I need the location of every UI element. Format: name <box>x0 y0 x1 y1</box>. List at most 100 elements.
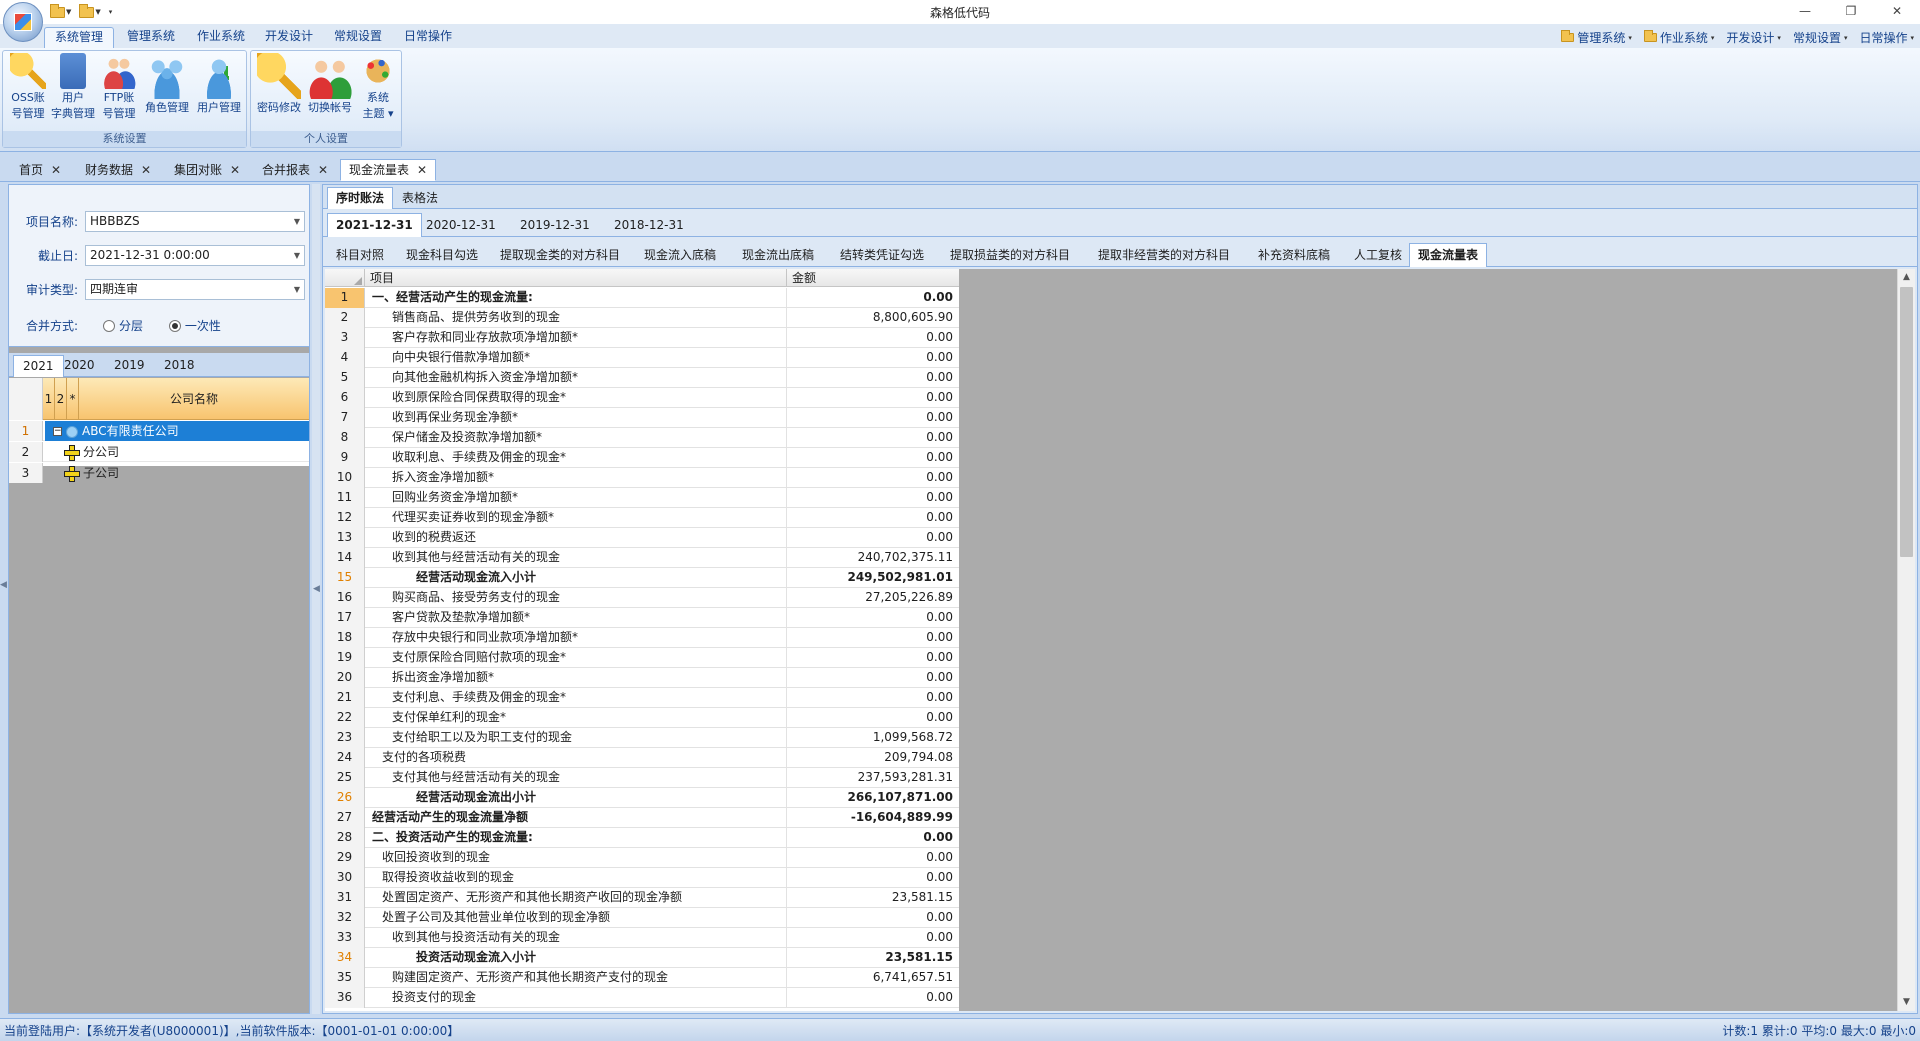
amount-cell[interactable]: 27,205,226.89 <box>788 588 959 608</box>
item-cell[interactable]: 收回投资收到的现金 <box>366 848 787 868</box>
amount-cell[interactable]: 209,794.08 <box>788 748 959 768</box>
item-cell[interactable]: 支付原保险合同赔付款项的现金* <box>366 648 787 668</box>
ribbon-tab-daily-ops[interactable]: 日常操作 <box>394 27 462 48</box>
doc-tab-consolidated-report[interactable]: 合并报表 ✕ <box>253 159 337 181</box>
amount-cell[interactable]: 1,099,568.72 <box>788 728 959 748</box>
tab-journal-method[interactable]: 序时账法 <box>327 187 394 209</box>
ribbon-tab-general-settings[interactable]: 常规设置 <box>324 27 392 48</box>
date-tab-2019[interactable]: 2019-12-31 <box>511 213 599 237</box>
amount-cell[interactable]: 0.00 <box>788 848 959 868</box>
item-cell[interactable]: 代理买卖证券收到的现金净额* <box>366 508 787 528</box>
close-icon[interactable]: ✕ <box>141 160 151 180</box>
table-row[interactable]: 35 购建固定资产、无形资产和其他长期资产支付的现金 6,741,657.51 <box>325 968 959 988</box>
item-cell[interactable]: 取得投资收益收到的现金 <box>366 868 787 888</box>
table-row[interactable]: 22 支付保单红利的现金* 0.00 <box>325 708 959 728</box>
table-row[interactable]: 18 存放中央银行和同业款项净增加额* 0.00 <box>325 628 959 648</box>
amount-cell[interactable]: 249,502,981.01 <box>788 568 959 588</box>
item-cell[interactable]: 拆入资金净增加额* <box>366 468 787 488</box>
item-cell[interactable]: 经营活动产生的现金流量净额 <box>366 808 787 828</box>
tab-table-method[interactable]: 表格法 <box>393 187 447 209</box>
change-password-button[interactable]: 密码修改 <box>255 53 303 116</box>
date-tab-2021[interactable]: 2021-12-31 <box>327 213 422 237</box>
amount-cell[interactable]: 237,593,281.31 <box>788 768 959 788</box>
amount-cell[interactable]: 0.00 <box>788 288 959 308</box>
column-header-amount[interactable]: 金额 <box>788 269 959 287</box>
amount-cell[interactable]: 0.00 <box>788 828 959 848</box>
close-icon[interactable]: ✕ <box>230 160 240 180</box>
amount-cell[interactable]: 0.00 <box>788 328 959 348</box>
item-cell[interactable]: 投资支付的现金 <box>366 988 787 1008</box>
close-button[interactable]: ✕ <box>1874 0 1920 22</box>
step-tab-cash-flow-statement[interactable]: 现金流量表 <box>1409 243 1488 267</box>
item-cell[interactable]: 拆出资金净增加额* <box>366 668 787 688</box>
table-row[interactable]: 27 经营活动产生的现金流量净额 -16,604,889.99 <box>325 808 959 828</box>
step-tab-manual-review[interactable]: 人工复核 <box>1345 243 1411 267</box>
item-cell[interactable]: 处置固定资产、无形资产和其他长期资产收回的现金净额 <box>366 888 787 908</box>
menu-job-system[interactable]: 作业系统 ▾ <box>1643 29 1714 46</box>
amount-cell[interactable]: 6,741,657.51 <box>788 968 959 988</box>
project-select[interactable]: HBBBZS ▼ <box>85 210 305 232</box>
table-row[interactable]: 8 保户储金及投资款净增加额* 0.00 <box>325 428 959 448</box>
item-cell[interactable]: 存放中央银行和同业款项净增加额* <box>366 628 787 648</box>
table-row[interactable]: 28 二、投资活动产生的现金流量: 0.00 <box>325 828 959 848</box>
amount-cell[interactable]: 240,702,375.11 <box>788 548 959 568</box>
tree-row[interactable]: 2 分公司 <box>9 442 309 462</box>
table-row[interactable]: 26 经营活动现金流出小计 266,107,871.00 <box>325 788 959 808</box>
amount-cell[interactable]: 0.00 <box>788 348 959 368</box>
ribbon-tab-job-system[interactable]: 作业系统 <box>187 27 255 48</box>
table-row[interactable]: 34 投资活动现金流入小计 23,581.15 <box>325 948 959 968</box>
table-row[interactable]: 9 收取利息、手续费及佣金的现金* 0.00 <box>325 448 959 468</box>
item-cell[interactable]: 保户储金及投资款净增加额* <box>366 428 787 448</box>
menu-daily-ops[interactable]: 日常操作 ▾ <box>1859 29 1914 46</box>
table-row[interactable]: 3 客户存款和同业存放款项净增加额* 0.00 <box>325 328 959 348</box>
merge-once-radio[interactable]: 一次性 <box>168 317 221 334</box>
date-tab-2018[interactable]: 2018-12-31 <box>605 213 693 237</box>
doc-tab-financial-data[interactable]: 财务数据 ✕ <box>76 159 160 181</box>
level-2-header[interactable]: 2 <box>55 378 67 420</box>
amount-cell[interactable]: 0.00 <box>788 428 959 448</box>
close-icon[interactable]: ✕ <box>318 160 328 180</box>
scroll-down-icon[interactable]: ▼ <box>1898 994 1915 1011</box>
amount-cell[interactable]: 0.00 <box>788 668 959 688</box>
item-cell[interactable]: 客户存款和同业存放款项净增加额* <box>366 328 787 348</box>
table-row[interactable]: 15 经营活动现金流入小计 249,502,981.01 <box>325 568 959 588</box>
tree-node[interactable]: 分公司 <box>45 442 309 462</box>
ribbon-tab-dev-design[interactable]: 开发设计 <box>255 27 323 48</box>
item-cell[interactable]: 投资活动现金流入小计 <box>366 948 787 968</box>
table-row[interactable]: 7 收到再保业务现金净额* 0.00 <box>325 408 959 428</box>
amount-cell[interactable]: 0.00 <box>788 448 959 468</box>
item-cell[interactable]: 销售商品、提供劳务收到的现金 <box>366 308 787 328</box>
table-row[interactable]: 33 收到其他与投资活动有关的现金 0.00 <box>325 928 959 948</box>
menu-dev-design[interactable]: 开发设计 ▾ <box>1726 29 1781 46</box>
amount-cell[interactable]: 0.00 <box>788 988 959 1008</box>
ribbon-tab-management-system[interactable]: 管理系统 <box>117 27 185 48</box>
tree-node[interactable]: 子公司 <box>45 463 309 483</box>
close-icon[interactable]: ✕ <box>417 160 427 180</box>
step-tab-extract-nonop-counter[interactable]: 提取非经营类的对方科目 <box>1089 243 1239 267</box>
step-tab-cash-outflow-draft[interactable]: 现金流出底稿 <box>733 243 823 267</box>
step-tab-carryover-voucher[interactable]: 结转类凭证勾选 <box>831 243 933 267</box>
item-cell[interactable]: 经营活动现金流入小计 <box>366 568 787 588</box>
amount-cell[interactable]: 0.00 <box>788 408 959 428</box>
table-row[interactable]: 12 代理买卖证券收到的现金净额* 0.00 <box>325 508 959 528</box>
scroll-thumb[interactable] <box>1900 287 1913 557</box>
item-cell[interactable]: 处置子公司及其他营业单位收到的现金净额 <box>366 908 787 928</box>
restore-button[interactable]: ❐ <box>1828 0 1874 22</box>
grid-corner[interactable] <box>325 269 365 287</box>
table-row[interactable]: 16 购买商品、接受劳务支付的现金 27,205,226.89 <box>325 588 959 608</box>
amount-cell[interactable]: 0.00 <box>788 928 959 948</box>
table-row[interactable]: 14 收到其他与经营活动有关的现金 240,702,375.11 <box>325 548 959 568</box>
tree-node[interactable]: − ABC有限责任公司 <box>45 421 309 441</box>
amount-cell[interactable]: 266,107,871.00 <box>788 788 959 808</box>
table-row[interactable]: 17 客户贷款及垫款净增加额* 0.00 <box>325 608 959 628</box>
table-row[interactable]: 10 拆入资金净增加额* 0.00 <box>325 468 959 488</box>
table-row[interactable]: 31 处置固定资产、无形资产和其他长期资产收回的现金净额 23,581.15 <box>325 888 959 908</box>
table-row[interactable]: 5 向其他金融机构拆入资金净增加额* 0.00 <box>325 368 959 388</box>
item-cell[interactable]: 收取利息、手续费及佣金的现金* <box>366 448 787 468</box>
doc-tab-group-reconciliation[interactable]: 集团对账 ✕ <box>165 159 249 181</box>
tree-row[interactable]: 1 − ABC有限责任公司 <box>9 421 309 441</box>
switch-account-button[interactable]: 切换帐号 <box>305 53 355 116</box>
item-cell[interactable]: 向其他金融机构拆入资金净增加额* <box>366 368 787 388</box>
table-row[interactable]: 6 收到原保险合同保费取得的现金* 0.00 <box>325 388 959 408</box>
scroll-up-icon[interactable]: ▲ <box>1898 269 1915 286</box>
